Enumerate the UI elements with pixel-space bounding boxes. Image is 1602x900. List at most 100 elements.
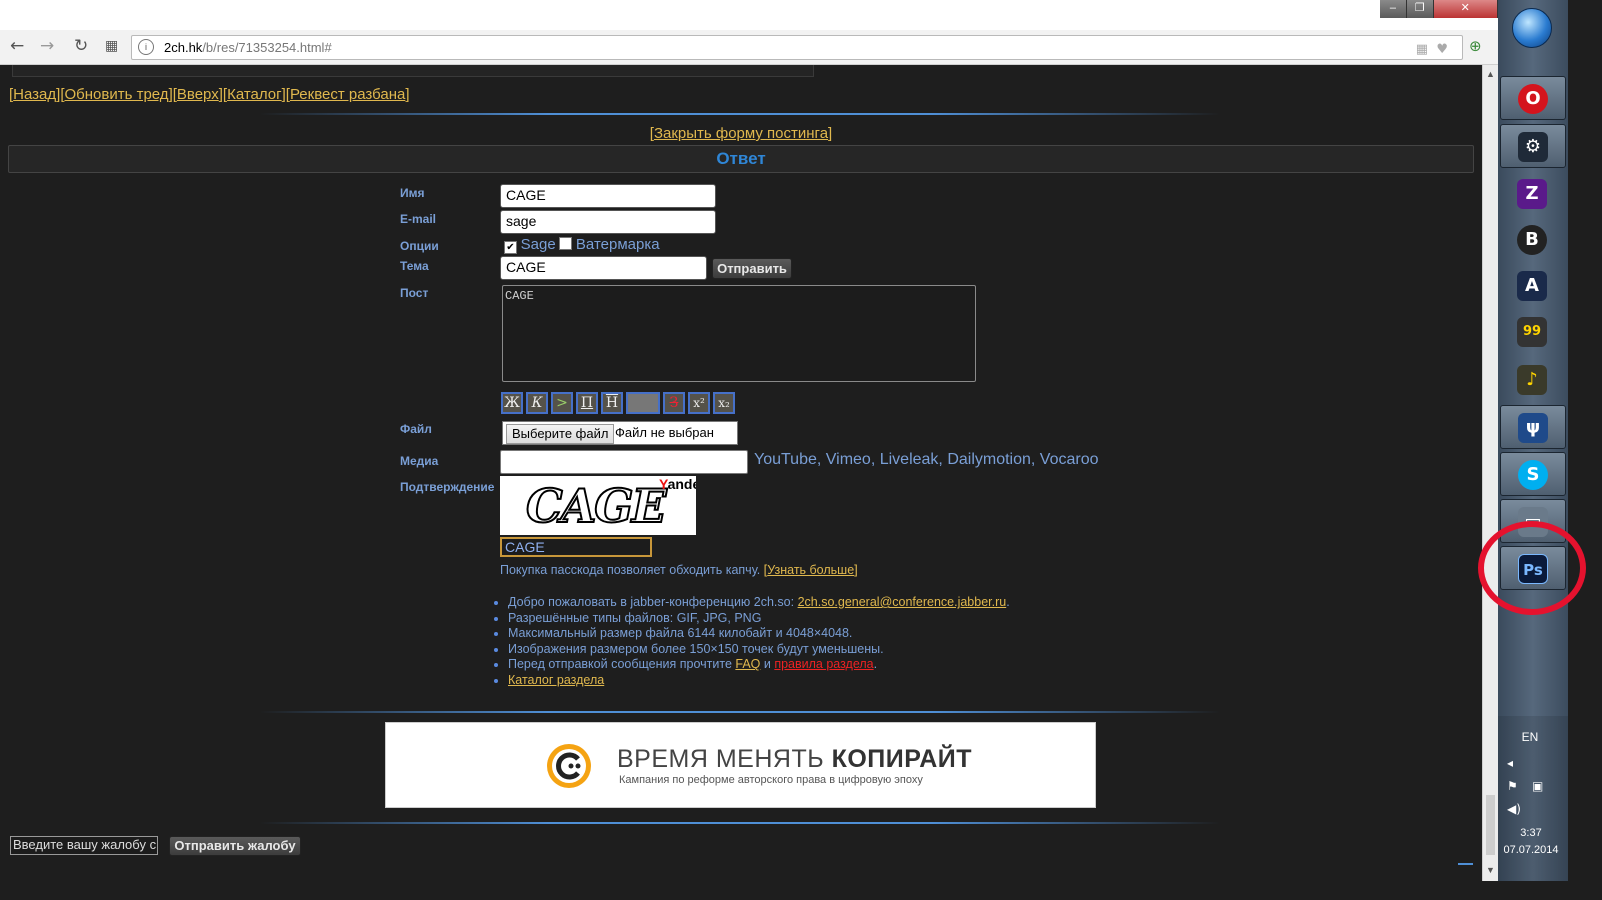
submit-button[interactable]: Отправить	[712, 258, 792, 279]
scroll-marker	[1458, 863, 1473, 865]
extensions-icon[interactable]: ▦	[1416, 38, 1428, 61]
apps-grid-icon[interactable]: ▦	[105, 38, 118, 54]
email-label: E-mail	[400, 212, 437, 226]
options-row: ✔ Sage Ватермарка	[504, 236, 660, 254]
steam-icon: ⚙	[1518, 132, 1548, 162]
taskbar-app-steam[interactable]: ⚙	[1500, 124, 1566, 168]
watermark-checkbox[interactable]	[559, 237, 573, 250]
jabber-link[interactable]: 2ch.so.general@conference.jabber.ru	[798, 595, 1007, 609]
captcha-image[interactable]: CAGE Yandex	[500, 476, 696, 535]
taskbar-app-music[interactable]: ♪	[1500, 358, 1566, 402]
divider	[260, 113, 1220, 115]
taskbar-app-psi[interactable]: ψ	[1500, 405, 1566, 449]
taskbar-app-ble[interactable]: B	[1500, 218, 1566, 262]
network-icon[interactable]: ▣	[1532, 779, 1543, 793]
top-panel-edge	[12, 65, 814, 77]
banner-subtitle: Кампания по реформе авторского права в ц…	[619, 774, 923, 786]
captcha-input[interactable]: CAGE	[500, 537, 652, 557]
post-textarea[interactable]: CAGE	[502, 285, 976, 382]
nav-unban-link[interactable]: Реквест разбана	[290, 86, 405, 103]
99-app-icon: 99	[1517, 317, 1547, 347]
action-center-flag-icon[interactable]: ⚑	[1507, 779, 1518, 793]
sage-option-label[interactable]: Sage	[521, 236, 556, 253]
ad-app-icon: A	[1517, 271, 1547, 301]
scrollbar-thumb[interactable]	[1486, 795, 1495, 855]
list-item: Разрешённые типы файлов: GIF, JPG, PNG	[508, 611, 1010, 627]
page-content: [Назад][Обновить тред][Вверх][Каталог][Р…	[0, 65, 1482, 881]
media-hint: YouTube, Vimeo, Liveleak, Dailymotion, V…	[754, 451, 1099, 468]
superscript-button[interactable]: x²	[688, 392, 710, 414]
browser-title-bar	[0, 0, 1498, 30]
page-info-icon[interactable]: i	[138, 39, 154, 55]
taskbar-app-ad[interactable]: A	[1500, 264, 1566, 308]
faq-link[interactable]: FAQ	[735, 657, 760, 671]
subscript-button[interactable]: x₂	[713, 392, 735, 414]
spoiler-button[interactable]	[626, 392, 660, 414]
overline-button[interactable]: Н	[601, 392, 623, 414]
reload-icon[interactable]: ↻	[74, 36, 88, 56]
opera-icon: O	[1518, 84, 1548, 114]
divider	[260, 711, 1220, 713]
window-controls: – ❐ ✕	[1380, 0, 1499, 18]
email-input[interactable]: sage	[500, 210, 716, 234]
media-label: Медиа	[400, 454, 439, 468]
list-item: Изображения размером более 150×150 точек…	[508, 642, 1010, 658]
file-input: Выберите файл Файл не выбран	[502, 421, 738, 445]
reply-form-title: Ответ	[8, 145, 1474, 173]
post-label: Пост	[400, 286, 429, 300]
clock-time: 3:37	[1520, 827, 1542, 839]
maximize-button[interactable]: ❐	[1406, 0, 1434, 18]
bold-button[interactable]: Ж	[501, 392, 523, 414]
taskbar-app-z[interactable]: Z	[1500, 172, 1566, 216]
divider	[260, 822, 1220, 824]
board-rules-link[interactable]: правила раздела	[774, 657, 873, 671]
taskbar-app-99[interactable]: 99	[1500, 310, 1566, 354]
subject-input[interactable]: CAGE	[500, 256, 707, 280]
taskbar-app-skype[interactable]: S	[1500, 452, 1566, 496]
watermark-option-label[interactable]: Ватермарка	[576, 236, 660, 253]
nav-refresh-link[interactable]: Обновить тред	[65, 86, 169, 103]
address-bar[interactable]: i 2ch.hk/b/res/71353254.html# ▦ ♥	[131, 35, 1463, 60]
language-indicator[interactable]: EN	[1498, 730, 1562, 744]
start-button[interactable]	[1512, 8, 1552, 48]
board-catalog-link[interactable]: Каталог раздела	[508, 673, 604, 687]
nav-catalog-link[interactable]: Каталог	[227, 86, 282, 103]
underline-button[interactable]: П	[576, 392, 598, 414]
strike-button[interactable]: З	[663, 392, 685, 414]
copyright-banner[interactable]: ВРЕМЯ МЕНЯТЬ КОПИРАЙТ Кампания по реформ…	[385, 722, 1096, 808]
scroll-down-icon[interactable]: ▼	[1486, 865, 1495, 875]
list-item: Максимальный размер файла 6144 килобайт …	[508, 626, 1010, 642]
italic-button[interactable]: К	[526, 392, 548, 414]
psi-app-icon: ψ	[1518, 413, 1548, 443]
clock[interactable]: 3:37 07.07.2014	[1498, 825, 1564, 859]
scroll-up-icon[interactable]: ▲	[1486, 69, 1495, 79]
captcha-word: CAGE	[525, 478, 668, 534]
forward-icon[interactable]: →	[40, 36, 54, 56]
favorite-heart-icon[interactable]: ♥	[1436, 38, 1448, 61]
tray-expand-icon[interactable]: ◂	[1507, 756, 1513, 770]
taskbar-app-opera[interactable]: O	[1500, 76, 1566, 120]
name-input[interactable]: CAGE	[500, 184, 716, 208]
close-form-link[interactable]: Закрыть форму постинга	[654, 125, 828, 142]
media-input[interactable]	[500, 450, 748, 474]
close-window-button[interactable]: ✕	[1433, 0, 1499, 18]
url-host: 2ch.hk	[164, 40, 203, 55]
nav-back-link[interactable]: Назад	[13, 86, 56, 103]
quote-button[interactable]: >	[551, 392, 573, 414]
nav-top-link[interactable]: Вверх	[177, 86, 219, 103]
send-complaint-button[interactable]: Отправить жалобу	[169, 836, 301, 856]
sage-checkbox[interactable]: ✔	[504, 241, 517, 254]
list-item: Каталог раздела	[508, 673, 1010, 689]
passcode-link[interactable]: Узнать больше	[767, 563, 854, 577]
url-path: /b/res/71353254.html#	[202, 40, 332, 55]
page-scrollbar[interactable]: ▲ ▼	[1482, 65, 1499, 881]
list-item: Добро пожаловать в jabber-конференцию 2c…	[508, 595, 1010, 611]
minimize-button[interactable]: –	[1380, 0, 1407, 18]
choose-file-button[interactable]: Выберите файл	[506, 424, 615, 444]
back-icon[interactable]: ←	[10, 36, 24, 56]
complaint-input[interactable]: Введите вашу жалобу сюда	[10, 836, 158, 855]
volume-icon[interactable]: ◀)	[1507, 802, 1521, 816]
passcode-note: Покупка пасскода позволяет обходить капч…	[500, 562, 858, 577]
ble-app-icon: B	[1517, 225, 1547, 255]
download-icon[interactable]: ⊕	[1469, 37, 1482, 55]
